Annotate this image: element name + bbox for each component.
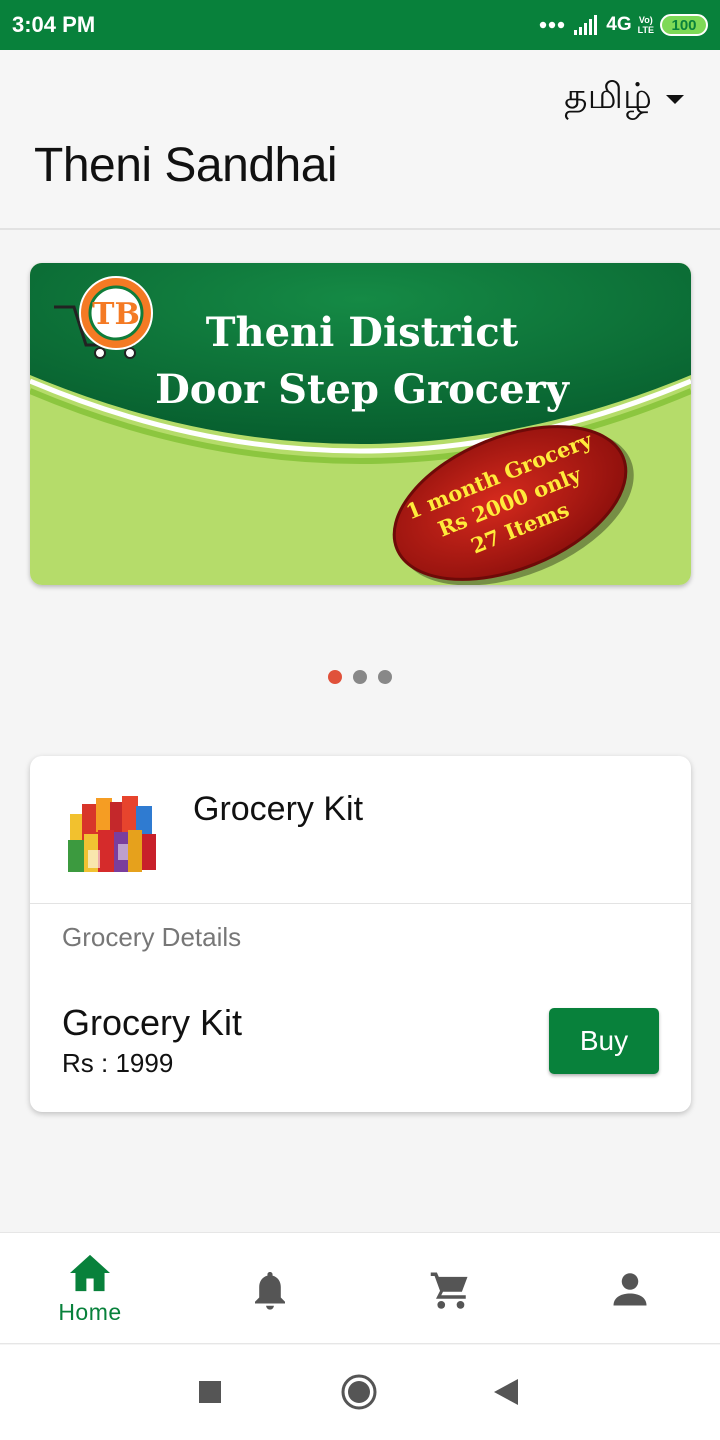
- language-label: தமிழ்: [564, 76, 652, 117]
- bell-icon: [255, 1272, 285, 1310]
- recents-square-icon[interactable]: [199, 1381, 221, 1403]
- network-type: 4G: [606, 14, 632, 35]
- battery-icon: 100: [660, 14, 708, 36]
- nav-item-notifications[interactable]: [180, 1233, 360, 1345]
- home-circle-icon[interactable]: [341, 1374, 377, 1410]
- volte-top: Vo): [638, 15, 653, 25]
- signal-icon: [574, 15, 598, 35]
- carousel-dot-3[interactable]: [378, 670, 392, 684]
- nav-item-profile[interactable]: [540, 1233, 720, 1345]
- details-label: Grocery Details: [62, 922, 242, 952]
- volte-bottom: LTE: [637, 25, 654, 35]
- system-navigation-bar: [0, 1345, 720, 1440]
- product-card-header[interactable]: Grocery Kit: [30, 756, 691, 904]
- item-name: Grocery Kit: [62, 1002, 243, 1043]
- banner-line-2: Door Step Grocery: [155, 366, 571, 413]
- battery-level: 100: [671, 16, 697, 34]
- carousel-indicator: [0, 670, 720, 684]
- cart-icon: [430, 1272, 468, 1309]
- nav-label-home: Home: [58, 1299, 122, 1325]
- dropdown-arrow-icon: [666, 94, 684, 104]
- banner-graphic: TB Theni District Door Step Grocery 1 mo…: [30, 263, 691, 585]
- product-card: Grocery Kit Grocery Details Grocery Kit …: [30, 756, 691, 1112]
- nav-item-home[interactable]: Home: [0, 1233, 180, 1345]
- language-dropdown[interactable]: தமிழ்: [564, 76, 684, 122]
- grocery-kit-image: [68, 796, 156, 872]
- volte-indicator: Vo) LTE: [638, 15, 654, 35]
- status-time: 3:04 PM: [12, 12, 96, 37]
- carousel-dot-1[interactable]: [328, 670, 342, 684]
- back-triangle-icon[interactable]: [494, 1379, 518, 1405]
- more-dots-icon: [540, 21, 565, 29]
- logo-letters: TB: [92, 297, 140, 332]
- bottom-navigation: Home: [0, 1232, 720, 1344]
- home-icon: [70, 1254, 110, 1292]
- cart-wheel-right: [124, 347, 136, 359]
- cart-wheel-left: [94, 347, 106, 359]
- person-icon: [613, 1273, 647, 1306]
- promo-banner[interactable]: TB Theni District Door Step Grocery 1 mo…: [30, 263, 691, 585]
- status-icons: 4G Vo) LTE 100: [538, 10, 708, 40]
- app-header: தமிழ் Theni Sandhai: [0, 50, 720, 230]
- banner-line-1: Theni District: [206, 309, 519, 356]
- item-price: Rs : 1999: [62, 1048, 174, 1078]
- status-bar: 3:04 PM 4G Vo) LTE 100: [0, 0, 720, 50]
- product-title: Grocery Kit: [193, 790, 364, 828]
- buy-button[interactable]: Buy: [549, 1008, 659, 1074]
- carousel-dot-2[interactable]: [353, 670, 367, 684]
- nav-item-cart[interactable]: [360, 1233, 540, 1345]
- app-title: Theni Sandhai: [34, 139, 338, 192]
